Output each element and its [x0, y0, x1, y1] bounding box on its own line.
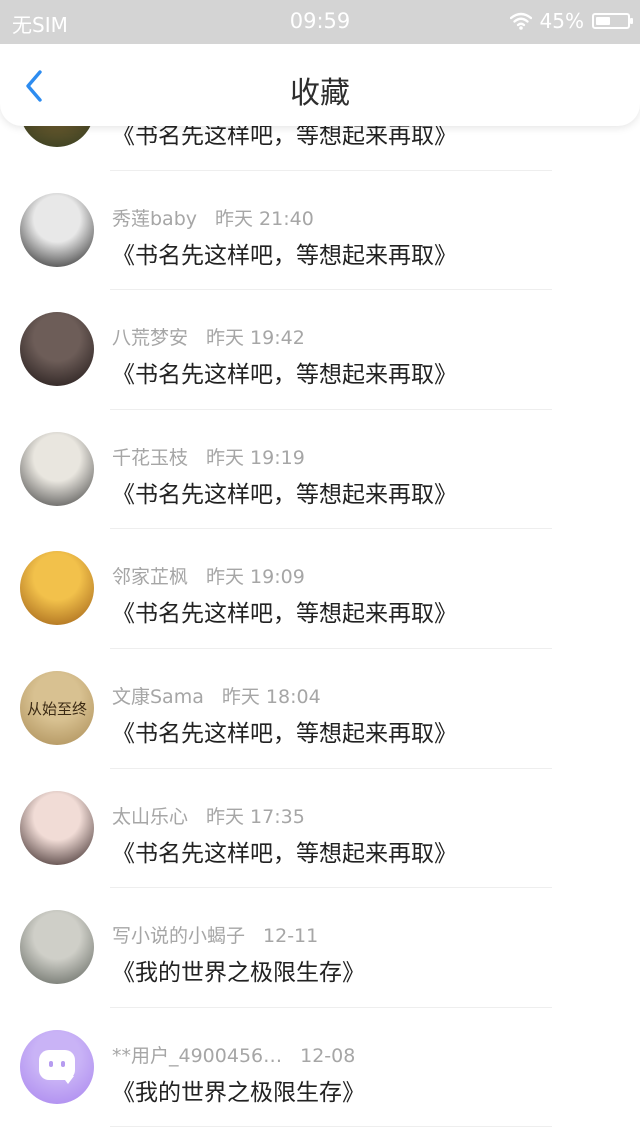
user-avatar[interactable]: [20, 1029, 94, 1104]
username[interactable]: 太山乐心: [112, 802, 188, 829]
book-title[interactable]: 《书名先这样吧，等想起来再取》: [112, 714, 457, 748]
list-item[interactable]: 千花玉枝 昨天 19:19 《书名先这样吧，等想起来再取》: [0, 410, 640, 530]
item-meta: 千花玉枝 昨天 19:19: [112, 443, 305, 470]
book-title[interactable]: 《书名先这样吧，等想起来再取》: [112, 594, 457, 628]
item-meta: 八荒梦安 昨天 19:42: [112, 323, 305, 350]
timestamp: 昨天 18:04: [221, 685, 321, 708]
list-item[interactable]: 八荒梦安 昨天 19:42 《书名先这样吧，等想起来再取》: [0, 290, 640, 410]
username[interactable]: 文康Sama: [112, 682, 204, 709]
book-title[interactable]: 《书名先这样吧，等想起来再取》: [112, 355, 457, 389]
navigation-header: 收藏: [0, 44, 640, 126]
username[interactable]: 写小说的小蝎子: [112, 921, 245, 948]
user-avatar[interactable]: [20, 551, 94, 626]
username[interactable]: 千花玉枝: [112, 443, 188, 470]
user-avatar[interactable]: [20, 790, 94, 865]
page-title: 收藏: [290, 76, 350, 111]
status-indicators: 45%: [509, 9, 633, 33]
timestamp: 12-11: [263, 925, 319, 948]
list-item[interactable]: 写小说的小蝎子 12-11 《我的世界之极限生存》: [0, 888, 640, 1008]
timestamp: 昨天 19:42: [206, 327, 305, 350]
timestamp: 昨天 19:19: [206, 446, 305, 469]
user-avatar[interactable]: [20, 910, 94, 985]
book-title[interactable]: 《我的世界之极限生存》: [112, 953, 365, 987]
wifi-icon: [509, 12, 532, 30]
status-bar: 无SIM 09:59 45%: [0, 0, 640, 44]
item-meta: **用户_4900456… 12-08: [112, 1041, 355, 1068]
battery-fill: [596, 17, 610, 25]
item-meta: 秀莲baby 昨天 21:40: [112, 204, 314, 231]
user-avatar[interactable]: 从始至终: [20, 670, 94, 745]
item-meta: 邻家芷枫 昨天 19:09: [112, 562, 305, 589]
list-item[interactable]: 邻家芷枫 昨天 19:09 《书名先这样吧，等想起来再取》: [0, 529, 640, 649]
username[interactable]: 邻家芷枫: [112, 562, 188, 589]
list-item[interactable]: 太山乐心 昨天 17:35 《书名先这样吧，等想起来再取》: [0, 769, 640, 889]
user-avatar[interactable]: [20, 192, 94, 267]
chat-bubble-tail: [62, 1075, 74, 1084]
book-title[interactable]: 《书名先这样吧，等想起来再取》: [112, 475, 457, 509]
list-item[interactable]: 秀莲baby 昨天 21:40 《书名先这样吧，等想起来再取》: [0, 171, 640, 291]
list-item[interactable]: **用户_4900456… 12-08 《我的世界之极限生存》: [0, 1008, 640, 1128]
favorites-list[interactable]: 《书名先这样吧，等想起来再取》 秀莲baby 昨天 21:40 《书名先这样吧，等想起…: [0, 51, 640, 1127]
username[interactable]: 秀莲baby: [112, 204, 197, 231]
item-meta: 写小说的小蝎子 12-11: [112, 921, 318, 948]
timestamp: 昨天 19:09: [206, 566, 305, 589]
timestamp: 昨天 17:35: [206, 805, 305, 828]
timestamp: 12-08: [300, 1044, 356, 1067]
user-avatar[interactable]: [20, 431, 94, 506]
item-meta: 太山乐心 昨天 17:35: [112, 802, 305, 829]
book-title[interactable]: 《我的世界之极限生存》: [112, 1073, 365, 1107]
book-title[interactable]: 《书名先这样吧，等想起来再取》: [112, 834, 457, 868]
user-avatar[interactable]: [20, 312, 94, 387]
avatar-text: 从始至终: [26, 699, 87, 718]
username[interactable]: 八荒梦安: [112, 323, 188, 350]
timestamp: 昨天 21:40: [215, 207, 314, 230]
battery-icon: [592, 13, 633, 29]
list-item[interactable]: 从始至终 文康Sama 昨天 18:04 《书名先这样吧，等想起来再取》: [0, 649, 640, 769]
username[interactable]: **用户_4900456…: [112, 1041, 282, 1068]
book-title[interactable]: 《书名先这样吧，等想起来再取》: [112, 236, 457, 270]
item-meta: 文康Sama 昨天 18:04: [112, 682, 321, 709]
battery-percentage: 45%: [539, 9, 584, 33]
